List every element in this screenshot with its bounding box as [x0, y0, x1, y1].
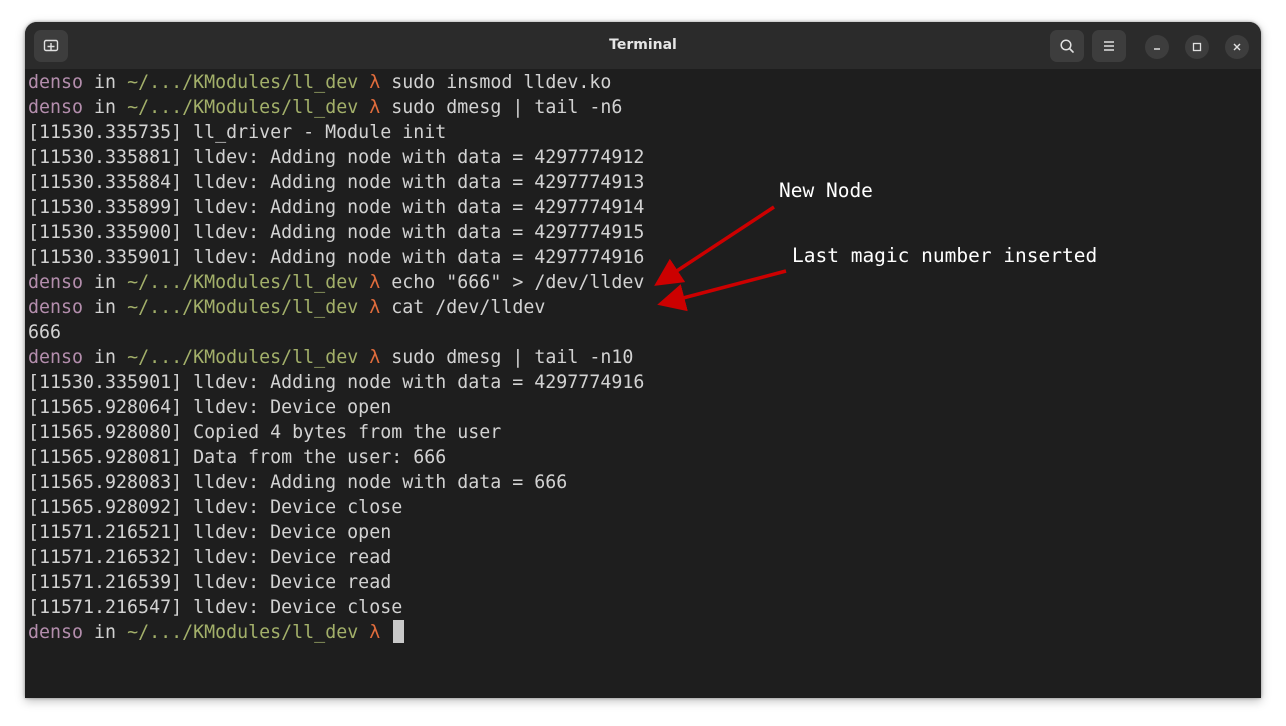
arrow-last-magic-number	[657, 269, 787, 312]
arrow-new-node	[654, 205, 775, 286]
annotation-arrows	[654, 205, 787, 312]
